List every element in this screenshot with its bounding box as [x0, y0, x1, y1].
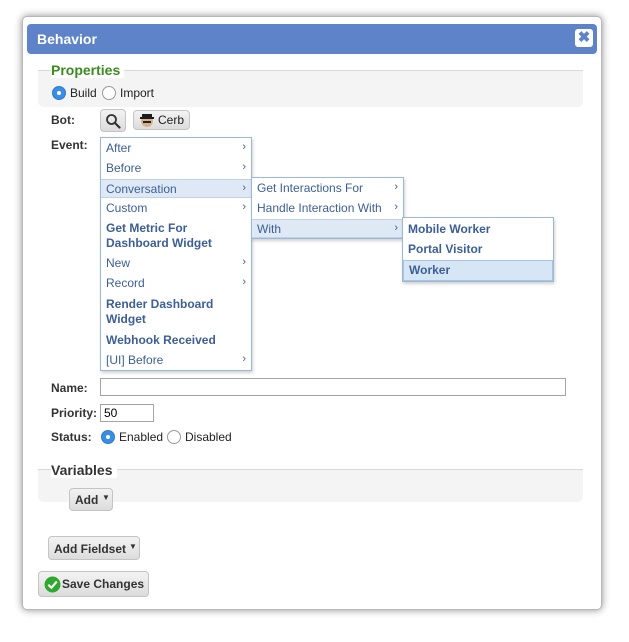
chevron-right-icon: ›: [242, 276, 246, 288]
menu-item-with[interactable]: With ›: [252, 219, 403, 238]
dialog-title: Behavior: [37, 31, 97, 47]
menu-item-webhook-received[interactable]: Webhook Received: [101, 333, 251, 351]
menu-item-ui-before[interactable]: [UI] Before ›: [101, 353, 251, 371]
name-input[interactable]: [100, 378, 566, 396]
menu-item-render-dashboard-widget[interactable]: Render Dashboard Widget: [101, 297, 251, 329]
radio-build[interactable]: [52, 86, 66, 100]
menu-item-label-line1: Get Metric For: [106, 221, 188, 235]
radio-enabled[interactable]: [101, 430, 115, 444]
menu-item-label: New: [106, 256, 131, 270]
chevron-right-icon: ›: [394, 222, 398, 234]
search-icon: [106, 114, 121, 129]
add-fieldset-label: Add Fieldset: [54, 542, 127, 556]
menu-item-label-line2: Widget: [106, 312, 146, 326]
menu-item-label-line2: Dashboard Widget: [106, 236, 212, 250]
menu-item-label: After: [106, 141, 132, 155]
status-label: Status:: [51, 430, 92, 444]
chevron-right-icon: ›: [242, 161, 246, 173]
menu-item-label: Record: [106, 276, 145, 290]
menu-item-label: Conversation: [106, 182, 177, 196]
check-circle-icon: [44, 576, 61, 593]
add-variable-button[interactable]: Add ▼: [69, 488, 113, 511]
radio-disabled-label[interactable]: Disabled: [185, 430, 232, 444]
chevron-right-icon: ›: [242, 256, 246, 268]
caret-down-icon: ▼: [102, 493, 110, 502]
menu-item-label: Mobile Worker: [408, 222, 491, 236]
caret-down-icon: ▼: [129, 542, 137, 551]
menu-item-label: Get Interactions For: [257, 181, 364, 195]
priority-label: Priority:: [51, 406, 98, 420]
menu-item-label: Portal Visitor: [408, 242, 483, 256]
menu-item-get-metric[interactable]: Get Metric For Dashboard Widget: [101, 221, 251, 253]
menu-item-conversation[interactable]: Conversation ›: [101, 179, 251, 198]
bot-search-button[interactable]: [100, 109, 126, 132]
save-changes-button[interactable]: Save Changes: [38, 571, 149, 597]
radio-import-label[interactable]: Import: [120, 86, 154, 100]
bot-chip[interactable]: Cerb: [133, 110, 190, 130]
event-menu: After › Before › Conversation › Custom ›…: [100, 137, 252, 371]
name-label: Name:: [51, 381, 88, 395]
chevron-right-icon: ›: [242, 353, 246, 365]
menu-item-worker[interactable]: Worker: [403, 260, 553, 281]
menu-item-mobile-worker[interactable]: Mobile Worker: [403, 222, 553, 240]
conversation-submenu: Get Interactions For › Handle Interactio…: [251, 177, 404, 239]
chevron-right-icon: ›: [242, 141, 246, 153]
menu-item-label: Worker: [409, 263, 451, 277]
variables-legend: Variables: [51, 462, 117, 478]
menu-item-label: Handle Interaction With: [257, 201, 382, 215]
variables-fieldset: [38, 469, 583, 502]
bot-name: Cerb: [158, 113, 185, 127]
radio-enabled-label[interactable]: Enabled: [119, 430, 163, 444]
menu-item-get-interactions-for[interactable]: Get Interactions For ›: [252, 181, 403, 199]
close-icon[interactable]: ✖: [575, 29, 593, 47]
menu-item-label: Webhook Received: [106, 333, 216, 347]
menu-item-new[interactable]: New ›: [101, 256, 251, 274]
menu-item-after[interactable]: After ›: [101, 141, 251, 159]
menu-item-label-line1: Render Dashboard: [106, 297, 214, 311]
bot-avatar-icon: [140, 114, 154, 127]
add-fieldset-button[interactable]: Add Fieldset ▼: [48, 536, 140, 560]
menu-item-handle-interaction-with[interactable]: Handle Interaction With ›: [252, 201, 403, 219]
menu-item-record[interactable]: Record ›: [101, 276, 251, 294]
menu-item-label: Before: [106, 161, 142, 175]
save-changes-label: Save Changes: [62, 577, 145, 591]
menu-item-custom[interactable]: Custom ›: [101, 201, 251, 219]
priority-input[interactable]: [100, 404, 154, 422]
menu-item-before[interactable]: Before ›: [101, 161, 251, 179]
chevron-right-icon: ›: [394, 181, 398, 193]
menu-item-portal-visitor[interactable]: Portal Visitor: [403, 242, 553, 260]
properties-legend: Properties: [51, 62, 125, 78]
chevron-right-icon: ›: [394, 201, 398, 213]
with-submenu: Mobile Worker Portal Visitor Worker: [402, 217, 554, 282]
dialog-titlebar[interactable]: Behavior ✖: [27, 24, 597, 54]
chevron-right-icon: ›: [242, 201, 246, 213]
menu-item-label: Custom: [106, 201, 148, 215]
event-label: Event:: [51, 138, 88, 152]
menu-item-label: [UI] Before: [106, 353, 164, 367]
menu-item-label: With: [257, 222, 281, 236]
bot-label: Bot:: [51, 113, 75, 127]
chevron-right-icon: ›: [242, 182, 246, 194]
radio-import[interactable]: [102, 86, 116, 100]
radio-disabled[interactable]: [167, 430, 181, 444]
radio-build-label[interactable]: Build: [70, 86, 97, 100]
add-variable-label: Add: [75, 493, 99, 507]
